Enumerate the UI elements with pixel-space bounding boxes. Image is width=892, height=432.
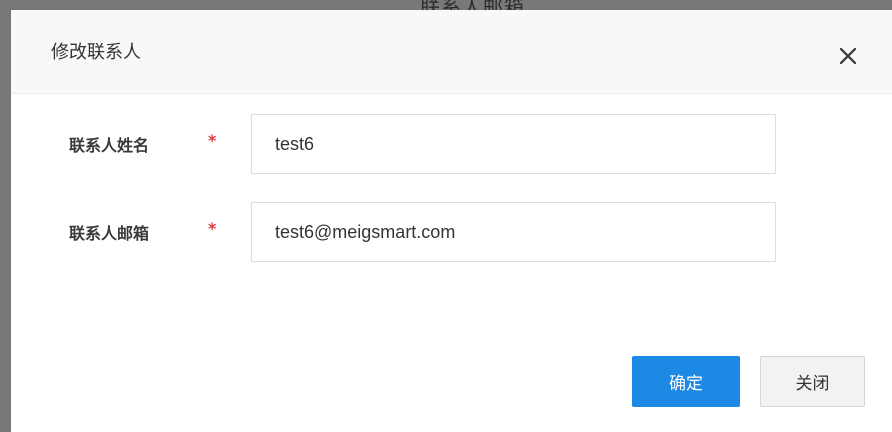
contact-name-label: 联系人姓名 — [69, 136, 150, 155]
dialog-header: 修改联系人 — [11, 10, 892, 94]
close-icon[interactable] — [833, 40, 863, 70]
required-marker: * — [208, 131, 217, 150]
contact-name-input[interactable] — [251, 114, 776, 174]
edit-contact-dialog: 修改联系人 联系人姓名 * 联系人邮箱 * 确定 关闭 — [11, 10, 892, 432]
dialog-title: 修改联系人 — [51, 42, 141, 63]
contact-name-row: 联系人姓名 * — [11, 114, 892, 174]
close-button[interactable]: 关闭 — [760, 356, 865, 407]
contact-email-input[interactable] — [251, 202, 776, 262]
required-marker: * — [208, 219, 217, 238]
contact-email-label: 联系人邮箱 — [69, 224, 150, 243]
confirm-button[interactable]: 确定 — [632, 356, 740, 407]
contact-email-row: 联系人邮箱 * — [11, 202, 892, 262]
